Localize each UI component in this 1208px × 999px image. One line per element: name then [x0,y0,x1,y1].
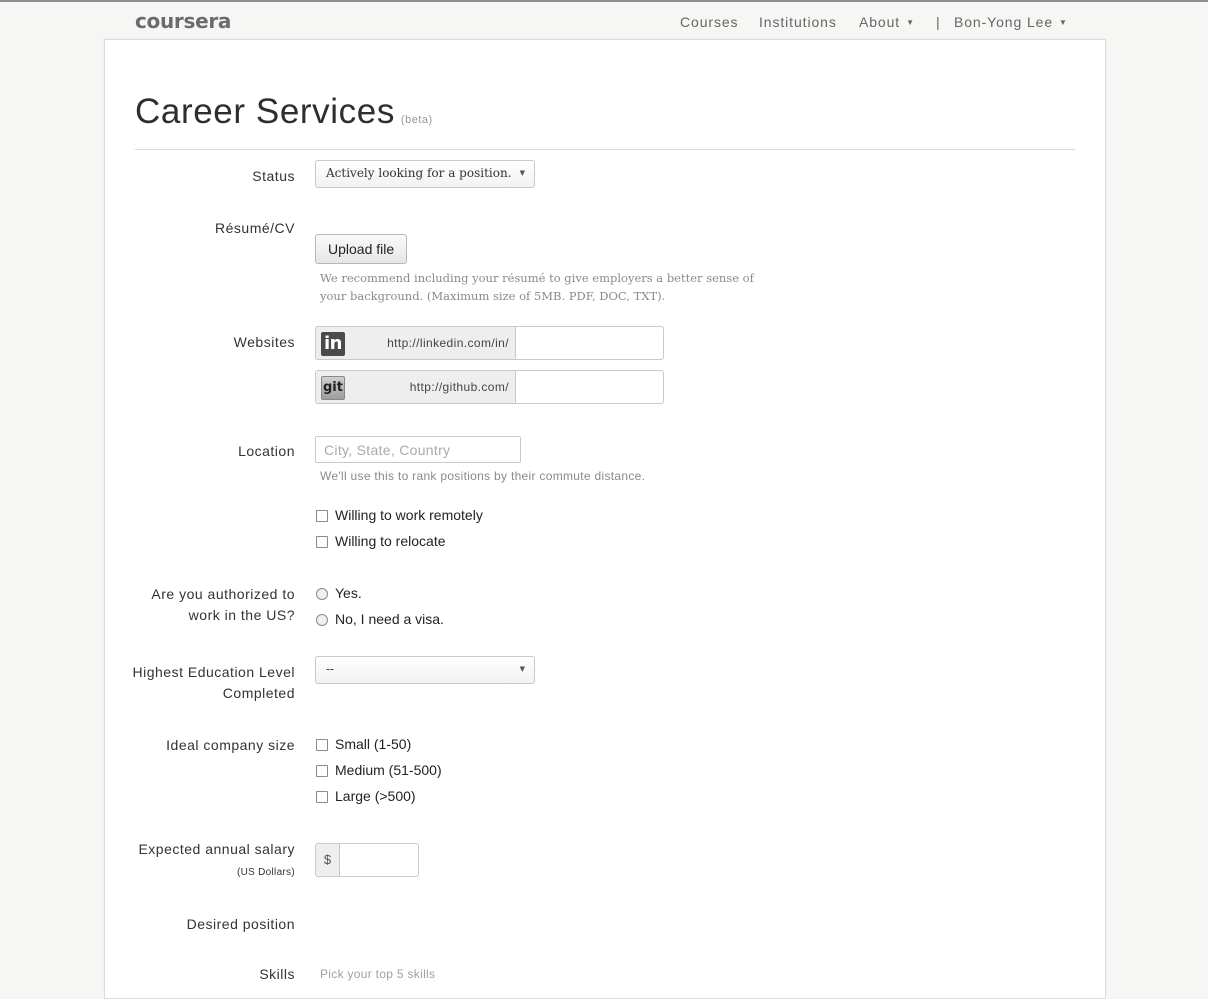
location-help-text: We'll use this to rank positions by thei… [320,469,646,483]
nav-courses-link[interactable]: Courses [680,14,738,30]
salary-input-group: $ [315,843,419,877]
github-icon: git [321,376,345,400]
linkedin-addon: in http://linkedin.com/in/ [315,326,515,360]
chevron-down-icon: ▼ [906,18,915,27]
salary-sublabel: (US Dollars) [236,867,295,878]
education-label-line1: Highest Education Level [132,664,295,680]
checkbox-box[interactable] [316,791,328,803]
checkbox-box[interactable] [316,765,328,777]
relocate-checkbox-label: Willing to relocate [335,533,446,549]
education-label-line2: Completed [222,685,295,701]
company-small-label: Small (1-50) [335,736,412,752]
dropdown-arrow-icon: ▼ [519,169,525,177]
authorized-label-line1: Are you authorized to [151,586,295,602]
checkbox-box[interactable] [316,739,328,751]
skills-help-text: Pick your top 5 skills [320,967,436,981]
linkedin-prefix: http://linkedin.com/in/ [387,336,509,350]
status-select-value: Actively looking for a position. [326,166,512,180]
linkedin-icon: in [321,332,345,356]
websites-label: Websites [233,334,295,350]
salary-label: Expected annual salary (US Dollars) [105,839,295,883]
company-large-label: Large (>500) [335,788,416,804]
education-select[interactable]: -- ▼ [315,656,535,684]
skills-label: Skills [259,966,295,982]
company-medium-label: Medium (51-500) [335,762,442,778]
radio-button[interactable] [316,614,328,626]
checkbox-box[interactable] [316,510,328,522]
github-prefix: http://github.com/ [409,380,509,394]
authorized-no-label: No, I need a visa. [335,611,444,627]
salary-input[interactable] [340,843,419,877]
nav-about-label: About [859,14,901,30]
resume-label: Résumé/CV [215,220,295,236]
authorized-label-line2: work in the US? [188,607,295,623]
beta-badge: (beta) [400,114,433,126]
checkbox-box[interactable] [316,536,328,548]
coursera-logo[interactable]: coursera [135,9,231,33]
salary-label-text: Expected annual salary [138,841,295,857]
dropdown-arrow-icon: ▼ [519,665,525,673]
github-input[interactable] [515,370,664,404]
nav-about-menu[interactable]: About ▼ [859,14,915,30]
desired-position-label: Desired position [186,916,295,932]
linkedin-input[interactable] [515,326,664,360]
education-select-value: -- [326,662,335,676]
content-card: Career Services (beta) Status Actively lo… [104,39,1106,999]
title-divider [135,149,1075,150]
status-label: Status [252,168,295,184]
nav-separator: | [936,14,940,30]
radio-button[interactable] [316,588,328,600]
page-title-text: Career Services [135,92,395,131]
user-name: Bon-Yong Lee [954,14,1054,30]
authorized-yes-label: Yes. [335,585,362,601]
education-label: Highest Education Level Completed [105,662,295,704]
linkedin-url-group: in http://linkedin.com/in/ [315,326,664,360]
user-menu[interactable]: Bon-Yong Lee ▼ [954,14,1068,30]
location-input[interactable]: City, State, Country [315,436,521,463]
company-size-label: Ideal company size [166,737,295,753]
page-title: Career Services (beta) [135,92,433,132]
resume-help-text: We recommend including your résumé to gi… [320,271,754,303]
authorized-label: Are you authorized to work in the US? [105,584,295,626]
status-select[interactable]: Actively looking for a position. ▼ [315,160,535,188]
github-url-group: git http://github.com/ [315,370,664,404]
remote-checkbox-label: Willing to work remotely [335,507,483,523]
upload-file-button[interactable]: Upload file [315,234,408,264]
chevron-down-icon: ▼ [1059,18,1068,27]
nav-institutions-link[interactable]: Institutions [759,14,837,30]
dollar-sign-addon: $ [315,843,340,877]
top-nav: coursera Courses Institutions About ▼ | B… [0,2,1208,40]
github-addon: git http://github.com/ [315,370,515,404]
location-label: Location [238,443,295,459]
